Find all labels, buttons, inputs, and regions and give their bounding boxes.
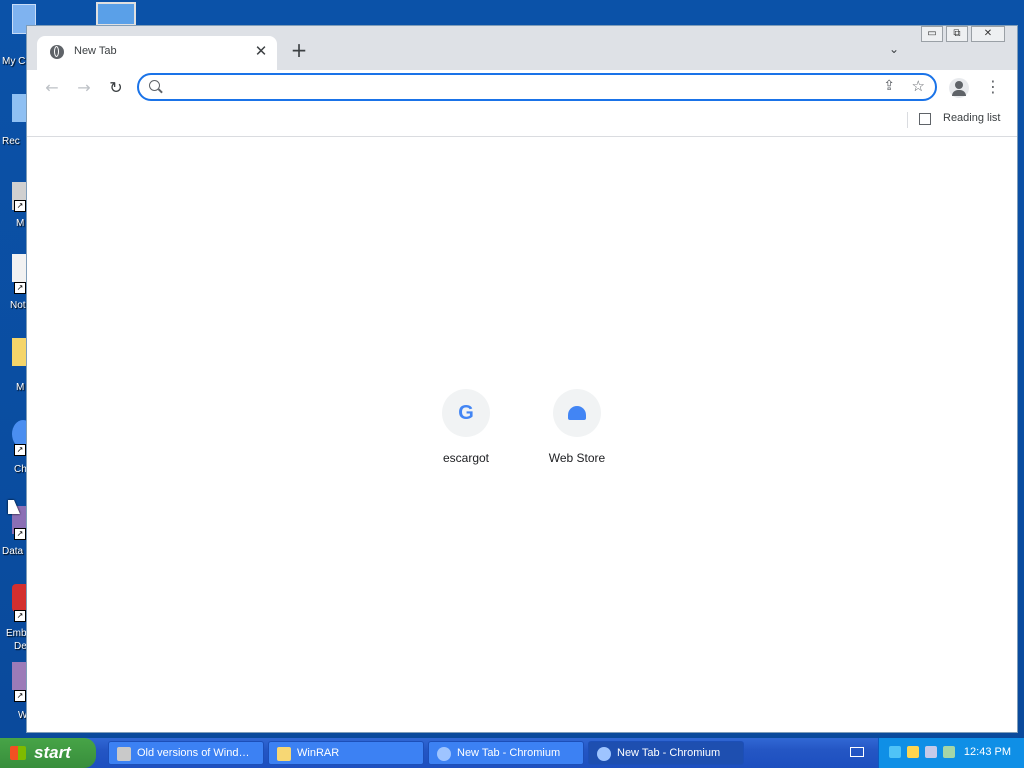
desktop-icon-label: Ch [14,464,27,475]
desktop-icon-label: Emb [6,628,27,639]
tab-new-tab[interactable]: New Tab ✕ [37,36,277,70]
tab-search-chevron-icon[interactable]: ⌄ [889,42,899,56]
tool-icon[interactable] [925,746,937,758]
shortcut-tile-web-store[interactable]: Web Store [532,389,622,465]
bookmarks-bar: Reading list [27,106,1017,137]
forward-button[interactable]: → [74,78,94,98]
desktop-icon-label: Not [10,300,26,311]
taskbar: start Old versions of Wind… WinRAR New T… [0,738,1024,768]
shortcut-label: escargot [442,451,490,465]
taskbar-item-label: New Tab - Chromium [457,747,561,759]
search-icon [149,80,160,91]
address-input[interactable] [171,78,855,98]
web-store-icon [568,406,586,420]
taskbar-item-old-versions[interactable]: Old versions of Wind… [108,741,264,765]
desktop-icon-label: De [14,641,27,652]
new-tab-button[interactable]: + [289,40,309,60]
shield-icon[interactable] [907,746,919,758]
share-icon[interactable]: ⇪ [883,78,895,94]
tab-title: New Tab [74,45,117,57]
taskbar-item-label: WinRAR [297,747,340,759]
bookmark-star-icon[interactable]: ☆ [912,77,925,95]
taskbar-item-winrar[interactable]: WinRAR [268,741,424,765]
desktop-icon-label: M [16,218,25,229]
back-button[interactable]: ← [42,78,62,98]
folder-icon [277,747,291,761]
safely-remove-icon[interactable] [943,746,955,758]
menu-icon[interactable]: ⋮ [985,77,1001,97]
windows-flag-icon [10,746,26,760]
close-window-button[interactable]: ✕ [971,26,1005,42]
shortcut-arrow-icon: ↗ [14,282,26,294]
minimize-button[interactable]: ▭ [921,26,943,42]
shortcut-icon-circle: G [442,389,490,437]
taskbar-item-chromium-2[interactable]: New Tab - Chromium [588,741,744,765]
bookmarks-separator [907,112,908,128]
shortcut-arrow-icon: ↗ [14,528,26,540]
browser-window: New Tab ✕ + ⌄ ▭ ⧉ ✕ ← → ↻ ⇪ ☆ ⋮ Reading … [27,26,1017,732]
taskbar-item-label: New Tab - Chromium [617,747,721,759]
keyboard-icon[interactable] [850,747,864,757]
tab-close-icon[interactable]: ✕ [253,43,269,59]
start-button[interactable]: start [0,738,96,768]
desktop-icon-label: My C [2,56,26,67]
mouse-cursor-icon [8,500,20,514]
shortcut-icon-circle [553,389,601,437]
shortcut-arrow-icon: ↗ [14,200,26,212]
app-icon [117,747,131,761]
desktop-icon-label: Rec [2,136,20,147]
network-icon[interactable] [889,746,901,758]
shortcut-arrow-icon: ↗ [14,690,26,702]
toolbar: ← → ↻ ⇪ ☆ ⋮ [27,70,1017,106]
maximize-button[interactable]: ⧉ [946,26,968,42]
clock: 12:43 PM [963,746,1011,758]
omnibox[interactable]: ⇪ ☆ [137,73,937,101]
chromium-icon [597,747,611,761]
desktop-icon-label: M [16,382,25,393]
taskbar-item-chromium-1[interactable]: New Tab - Chromium [428,741,584,765]
start-label: start [34,743,71,762]
taskbar-item-label: Old versions of Wind… [137,747,250,759]
reading-list-icon [919,113,931,125]
reading-list-label: Reading list [943,112,1001,124]
new-tab-page: G escargot Web Store [27,137,1017,732]
globe-icon [50,45,64,59]
tab-strip: New Tab ✕ + ⌄ ▭ ⧉ ✕ [27,26,1017,70]
shortcut-tile-escargot[interactable]: G escargot [421,389,511,465]
desktop-icon-label: Data [2,546,24,557]
shortcut-label: Web Store [548,451,606,465]
shortcut-arrow-icon: ↗ [14,610,26,622]
shortcut-arrow-icon: ↗ [14,444,26,456]
reload-button[interactable]: ↻ [106,78,126,98]
system-tray: 12:43 PM [878,738,1024,768]
google-icon: G [458,402,474,424]
network-computer-icon [96,2,136,26]
profile-avatar-icon[interactable] [949,78,969,98]
chromium-icon [437,747,451,761]
